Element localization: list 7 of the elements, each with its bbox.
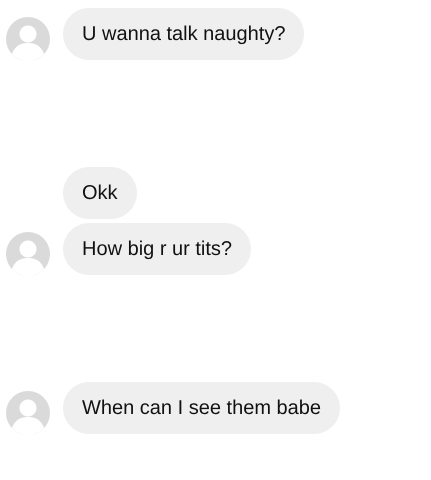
avatar-icon — [6, 17, 50, 61]
message-bubble: Okk — [63, 167, 137, 219]
avatar-icon — [6, 232, 50, 276]
message-bubble: When can I see them babe — [63, 382, 340, 434]
message-bubble: How big r ur tits? — [63, 223, 252, 275]
avatar-icon — [6, 391, 50, 435]
message-bubble: U wanna talk naughty? — [63, 8, 304, 60]
